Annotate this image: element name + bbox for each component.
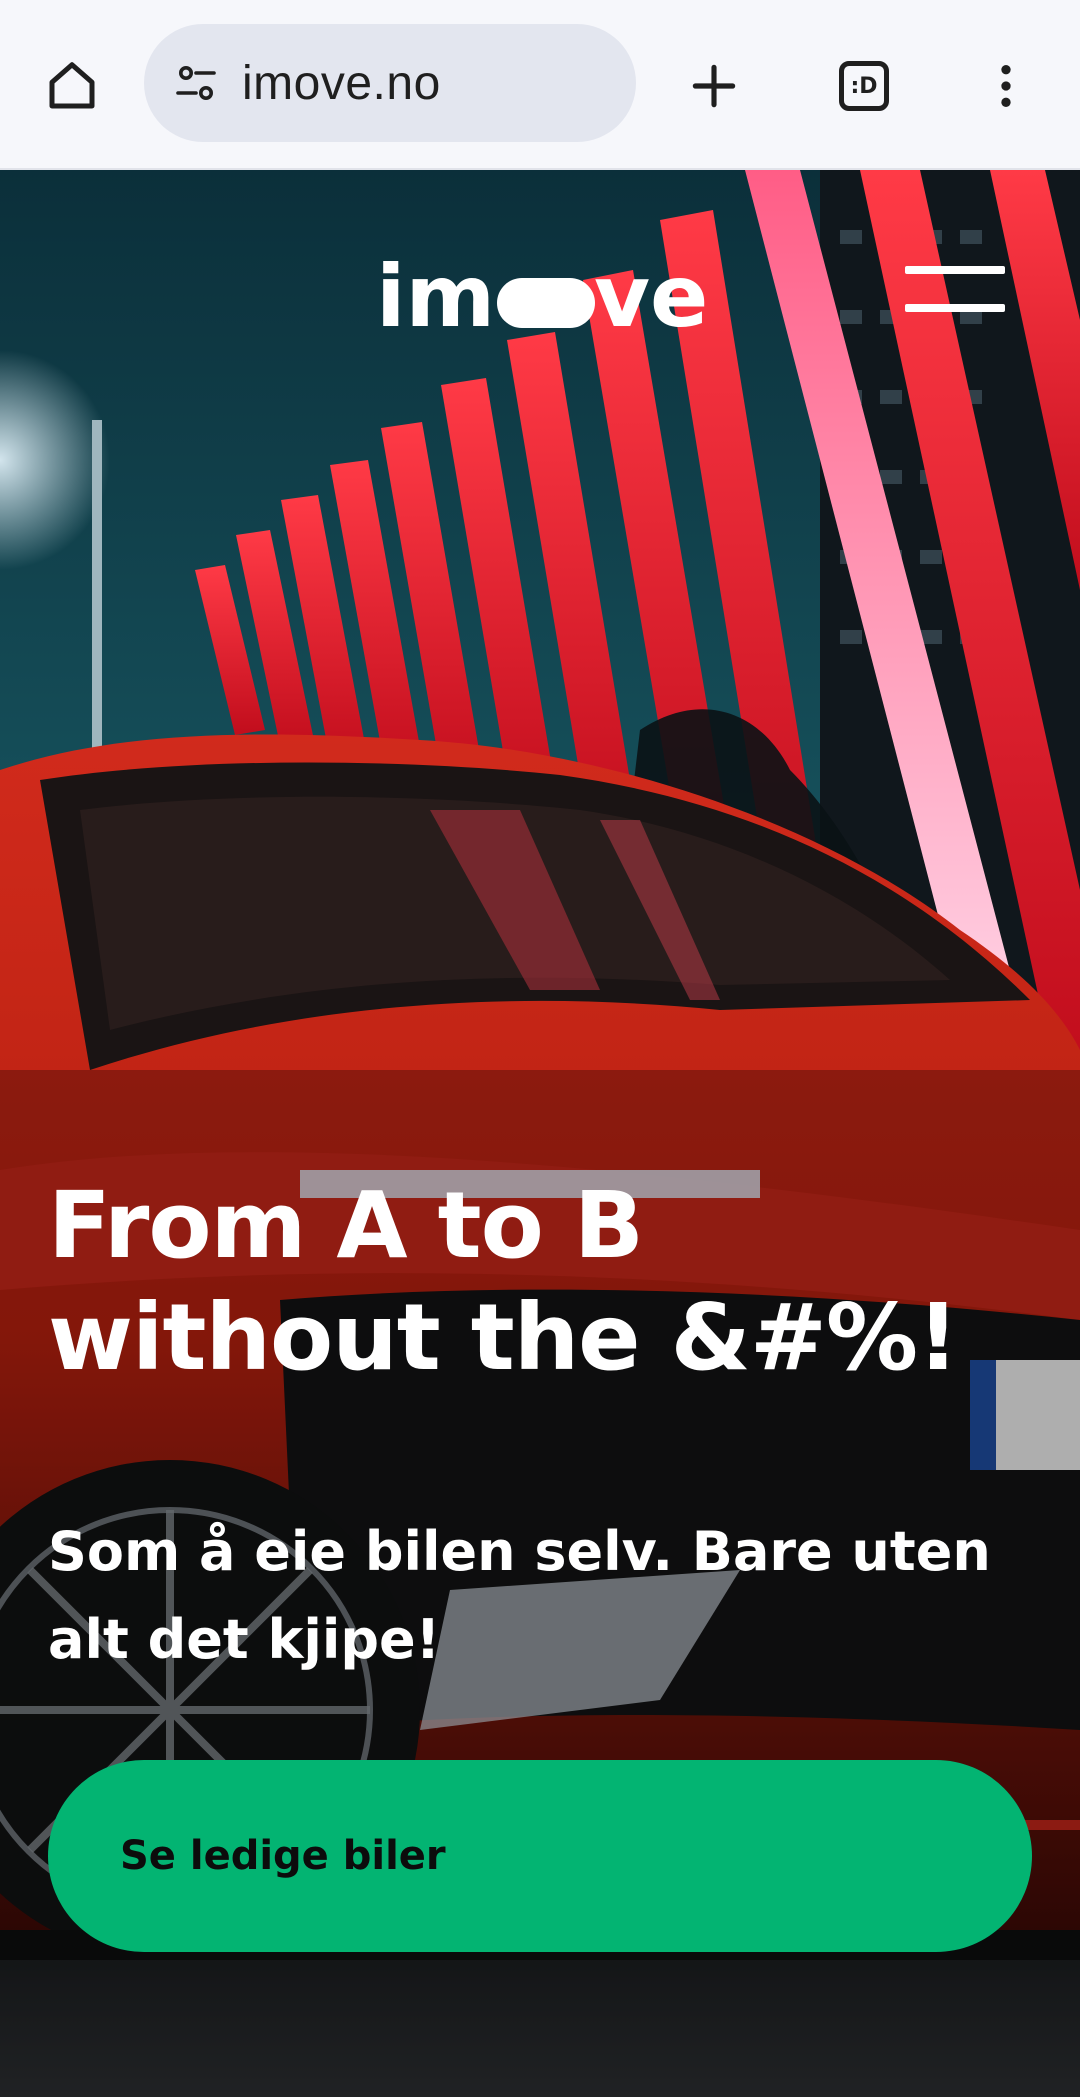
imove-logo[interactable]: im ve — [376, 248, 706, 338]
tab-switcher-button[interactable]: :D — [828, 50, 900, 122]
home-icon — [49, 62, 95, 109]
page: imove.no :D im ve From A to B without th… — [0, 0, 1080, 2097]
cta-label: Se ledige biler — [120, 1833, 446, 1879]
browser-toolbar: imove.no :D — [0, 0, 1080, 170]
home-button[interactable] — [36, 50, 108, 122]
hamburger-menu-icon[interactable] — [900, 262, 1010, 322]
hero-section: im ve imove From A to B without the &#%!… — [0, 170, 1080, 2097]
url-text[interactable]: imove.no — [242, 56, 441, 111]
logo-text-right: ve — [594, 248, 706, 338]
hero-headline: From A to B without the &#%! — [48, 1172, 959, 1391]
see-available-cars-button[interactable]: Se ledige biler — [48, 1760, 1032, 1952]
plus-icon — [692, 64, 736, 108]
hero-subline: Som å eie bilen selv. Bare uten alt det … — [48, 1520, 991, 1671]
logo-text-left: im — [376, 248, 495, 338]
more-vert-icon — [1001, 65, 1011, 107]
browser-menu-button[interactable] — [970, 50, 1042, 122]
site-settings-icon[interactable] — [172, 59, 220, 107]
address-bar[interactable]: imove.no — [144, 24, 636, 142]
new-tab-button[interactable] — [678, 50, 750, 122]
tab-switcher-icon: :D — [839, 61, 889, 111]
